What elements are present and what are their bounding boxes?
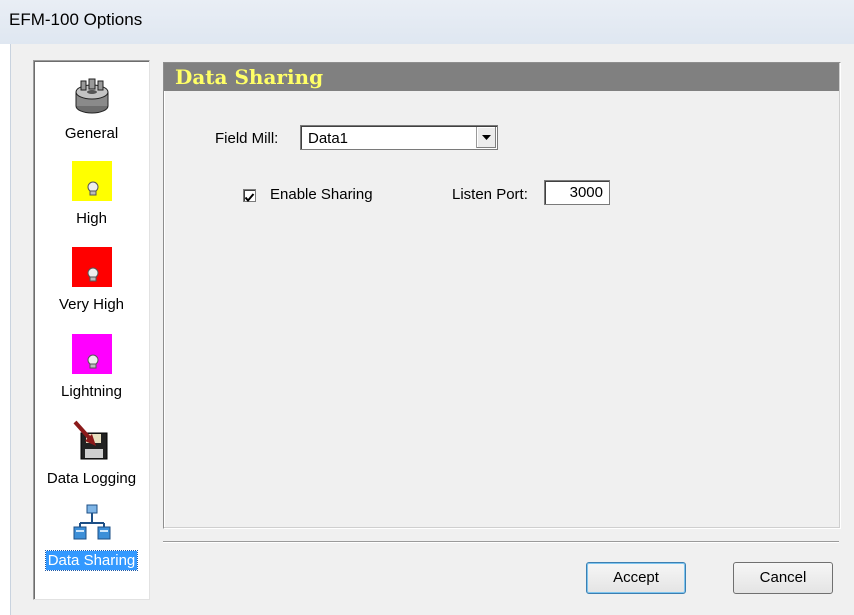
category-label: Lightning	[61, 383, 122, 400]
category-label: Data Logging	[46, 470, 137, 487]
category-label: General	[64, 125, 119, 142]
listen-port-input[interactable]: 3000	[544, 180, 610, 205]
network-icon	[34, 503, 149, 547]
category-list[interactable]: General High Very High Lightning Data Lo…	[33, 60, 150, 600]
window-title: EFM-100 Options	[9, 10, 143, 29]
category-label: Very High	[58, 296, 125, 313]
category-item-lightning[interactable]: Lightning	[34, 334, 149, 401]
field-mill-label: Field Mill:	[215, 130, 279, 147]
alarm-magenta-icon	[34, 334, 149, 378]
category-label: High	[76, 210, 107, 227]
divider	[163, 542, 839, 543]
field-mill-select[interactable]: Data1	[300, 125, 498, 150]
title-bar: EFM-100 Options	[0, 0, 854, 44]
panel-header: Data Sharing	[164, 63, 839, 91]
alarm-red-icon	[34, 247, 149, 291]
enable-sharing-label[interactable]: Enable Sharing	[270, 186, 373, 203]
alarm-yellow-icon	[34, 161, 149, 205]
checkmark-icon	[244, 193, 255, 203]
field-mill-value: Data1	[308, 130, 349, 147]
gear-icon	[34, 76, 149, 120]
dropdown-button[interactable]	[476, 127, 496, 148]
category-item-data-sharing[interactable]: Data Sharing	[34, 503, 149, 571]
chevron-down-icon	[482, 135, 491, 140]
listen-port-label: Listen Port:	[452, 186, 528, 203]
floppy-disk-icon	[34, 419, 149, 465]
category-label: Data Sharing	[44, 550, 139, 571]
enable-sharing-checkbox[interactable]	[243, 189, 256, 203]
category-item-data-logging[interactable]: Data Logging	[34, 419, 149, 488]
accept-button[interactable]: Accept	[586, 562, 686, 594]
cancel-button[interactable]: Cancel	[733, 562, 833, 594]
category-item-high[interactable]: High	[34, 161, 149, 228]
panel-title: Data Sharing	[175, 65, 324, 89]
category-item-very-high[interactable]: Very High	[34, 247, 149, 314]
category-item-general[interactable]: General	[34, 76, 149, 143]
